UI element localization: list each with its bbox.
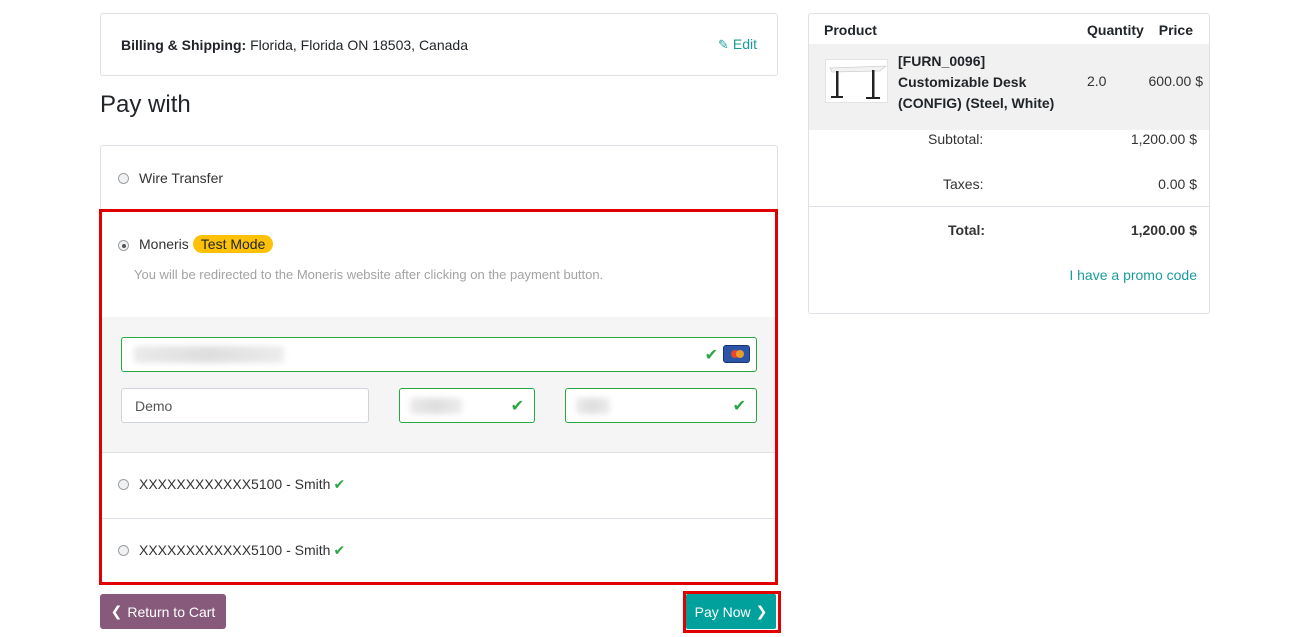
product-name[interactable]: [FURN_0096] Customizable Desk (CONFIG) (… — [898, 51, 1078, 114]
saved-card-radio[interactable] — [118, 479, 129, 490]
order-summary: Product Quantity Price [FURN_0096] Custo… — [808, 13, 1210, 314]
return-to-cart-button[interactable]: ❮ Return to Cart — [100, 594, 226, 629]
edit-label: Edit — [732, 36, 757, 52]
subtotal-label: Subtotal: — [928, 131, 984, 147]
saved-card-option[interactable]: XXXXXXXXXXXX5100 - Smith ✔ — [101, 452, 777, 519]
billing-address-value: Florida, Florida ON 18503, Canada — [250, 37, 468, 53]
payment-option-wire-transfer[interactable]: Wire Transfer — [101, 146, 777, 210]
card-form: ✔ Demo ✔ ✔ — [101, 317, 777, 453]
moneris-radio[interactable] — [118, 240, 129, 251]
billing-shipping-card: Billing & Shipping: Florida, Florida ON … — [100, 13, 778, 76]
cardholder-name-input[interactable]: Demo — [121, 388, 369, 423]
saved-card-label: XXXXXXXXXXXX5100 - Smith — [139, 476, 331, 492]
col-header-product: Product — [824, 22, 877, 38]
moneris-label-group: Moneris Test Mode — [139, 235, 274, 253]
pay-now-label: Pay Now — [694, 603, 751, 620]
product-price: 600.00 $ — [1148, 73, 1204, 89]
taxes-label: Taxes: — [943, 176, 984, 192]
check-icon: ✔ — [510, 398, 524, 415]
billing-address: Billing & Shipping: Florida, Florida ON … — [121, 37, 468, 53]
check-icon: ✔ — [704, 347, 718, 364]
taxes-value: 0.00 $ — [1158, 176, 1197, 192]
card-number-input[interactable]: ✔ — [121, 337, 757, 372]
check-icon: ✔ — [732, 398, 746, 415]
payment-methods-list: Wire Transfer Moneris Test Mode You will … — [100, 145, 778, 585]
card-expiry-redacted — [410, 398, 462, 414]
col-header-quantity: Quantity — [1087, 22, 1144, 38]
saved-card-label-group: XXXXXXXXXXXX5100 - Smith ✔ — [139, 542, 345, 559]
saved-card-radio[interactable] — [118, 545, 129, 556]
edit-billing-link[interactable]: ✎ Edit — [718, 36, 757, 53]
pay-with-title: Pay with — [100, 91, 191, 118]
card-cvc-input[interactable]: ✔ — [565, 388, 757, 423]
payment-option-moneris[interactable]: Moneris Test Mode You will be redirected … — [101, 210, 777, 317]
cardholder-name-value: Demo — [135, 398, 173, 414]
saved-card-label: XXXXXXXXXXXX5100 - Smith — [139, 542, 331, 558]
product-quantity: 2.0 — [1087, 73, 1107, 89]
summary-divider — [809, 206, 1209, 207]
wire-transfer-label: Wire Transfer — [139, 170, 224, 186]
saved-card-label-group: XXXXXXXXXXXX5100 - Smith ✔ — [139, 476, 345, 493]
col-header-price: Price — [1158, 22, 1193, 38]
total-value: 1,200.00 $ — [1130, 222, 1197, 238]
moneris-label: Moneris — [139, 236, 189, 252]
product-thumbnail — [825, 59, 888, 103]
subtotal-value: 1,200.00 $ — [1130, 131, 1197, 147]
saved-card-option[interactable]: XXXXXXXXXXXX5100 - Smith ✔ — [101, 519, 777, 584]
desk-image — [829, 65, 888, 99]
moneris-redirect-hint: You will be redirected to the Moneris we… — [134, 267, 604, 282]
card-cvc-redacted — [576, 398, 610, 414]
card-expiry-input[interactable]: ✔ — [399, 388, 535, 423]
wire-transfer-radio[interactable] — [118, 173, 129, 184]
return-to-cart-label: Return to Cart — [127, 603, 216, 620]
check-icon: ✔ — [333, 476, 346, 492]
billing-label: Billing & Shipping: — [121, 37, 247, 53]
total-label: Total: — [948, 222, 986, 238]
edit-icon: ✎ — [717, 37, 729, 52]
pay-now-button[interactable]: Pay Now ❯ — [686, 594, 776, 629]
credit-card-icon — [723, 345, 750, 363]
order-line: [FURN_0096] Customizable Desk (CONFIG) (… — [809, 44, 1209, 130]
promo-code-link[interactable]: I have a promo code — [1069, 267, 1197, 283]
chevron-left-icon: ❮ — [110, 603, 123, 619]
card-number-redacted — [134, 346, 284, 363]
chevron-right-icon: ❯ — [755, 603, 768, 619]
check-icon: ✔ — [333, 542, 346, 558]
test-mode-badge: Test Mode — [192, 235, 274, 253]
